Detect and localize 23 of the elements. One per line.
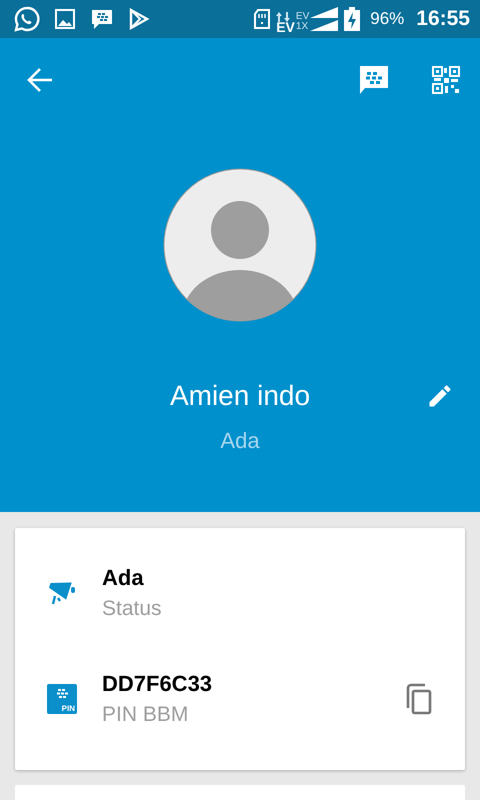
back-arrow-icon[interactable] — [26, 66, 54, 94]
contact-status: Ada — [220, 428, 260, 453]
network-type: 1X — [296, 22, 310, 32]
battery-level: 96% — [370, 9, 404, 29]
network-type: EV — [276, 22, 295, 32]
message-icon[interactable] — [358, 64, 390, 96]
network-type: EV — [296, 12, 310, 22]
chat-bubble-icon[interactable] — [14, 6, 40, 32]
message-icon[interactable] — [90, 7, 114, 31]
contact-name: Amien indo — [170, 380, 310, 412]
clock: 16:55 — [416, 7, 470, 31]
pin-badge-icon: PIN — [47, 684, 77, 714]
data-arrows-icon — [276, 12, 290, 22]
battery-icon — [344, 7, 360, 31]
detail-value: Ada — [102, 565, 145, 591]
detail-value: DD7F6C33 — [102, 671, 214, 697]
play-triangle-icon[interactable] — [128, 8, 150, 30]
signal-icon — [310, 6, 338, 32]
detail-label: PIN BBM — [102, 703, 190, 727]
qr-code-icon[interactable] — [432, 66, 460, 94]
detail-label: Status — [102, 597, 163, 621]
image-icon[interactable] — [54, 8, 76, 30]
sd-card-icon — [254, 9, 270, 29]
